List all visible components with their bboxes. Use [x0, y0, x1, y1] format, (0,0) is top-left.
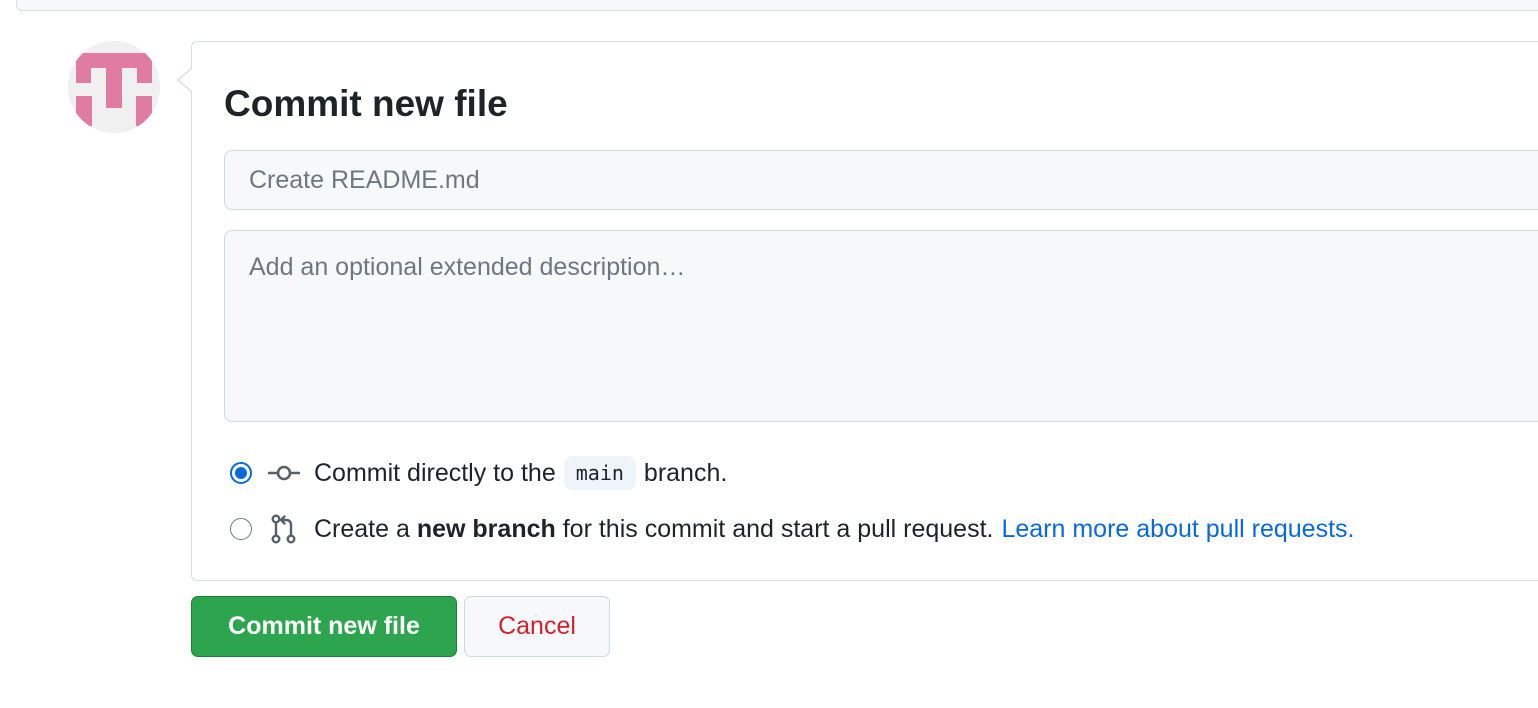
cancel-button[interactable]: Cancel [464, 596, 610, 657]
commit-direct-radio[interactable] [230, 462, 252, 484]
commit-direct-option[interactable]: Commit directly to the main branch. [230, 456, 727, 490]
learn-more-pull-requests-link[interactable]: Learn more about pull requests. [1001, 515, 1354, 544]
commit-direct-text-before: Commit directly to the [314, 458, 556, 487]
commit-new-file-button[interactable]: Commit new file [191, 596, 457, 657]
commit-form-title: Commit new file [224, 83, 508, 124]
previous-panel-edge [16, 0, 1538, 11]
git-commit-icon [268, 459, 300, 487]
branch-name-badge: main [563, 456, 636, 490]
commit-description-textarea[interactable] [224, 230, 1538, 422]
comment-caret-inner [179, 69, 192, 91]
identicon-avatar [68, 41, 160, 133]
git-pull-request-icon [268, 514, 300, 544]
commit-direct-text-after: branch. [643, 458, 728, 487]
user-avatar[interactable] [68, 41, 160, 133]
commit-summary-input[interactable] [224, 150, 1538, 210]
new-branch-radio[interactable] [230, 518, 252, 540]
new-branch-text-after: for this commit and start a pull request… [562, 514, 994, 543]
new-branch-option[interactable]: Create a new branch for this commit and … [230, 512, 1354, 546]
new-branch-bold-text: new branch [416, 514, 556, 543]
new-branch-text-before: Create a [314, 514, 410, 543]
